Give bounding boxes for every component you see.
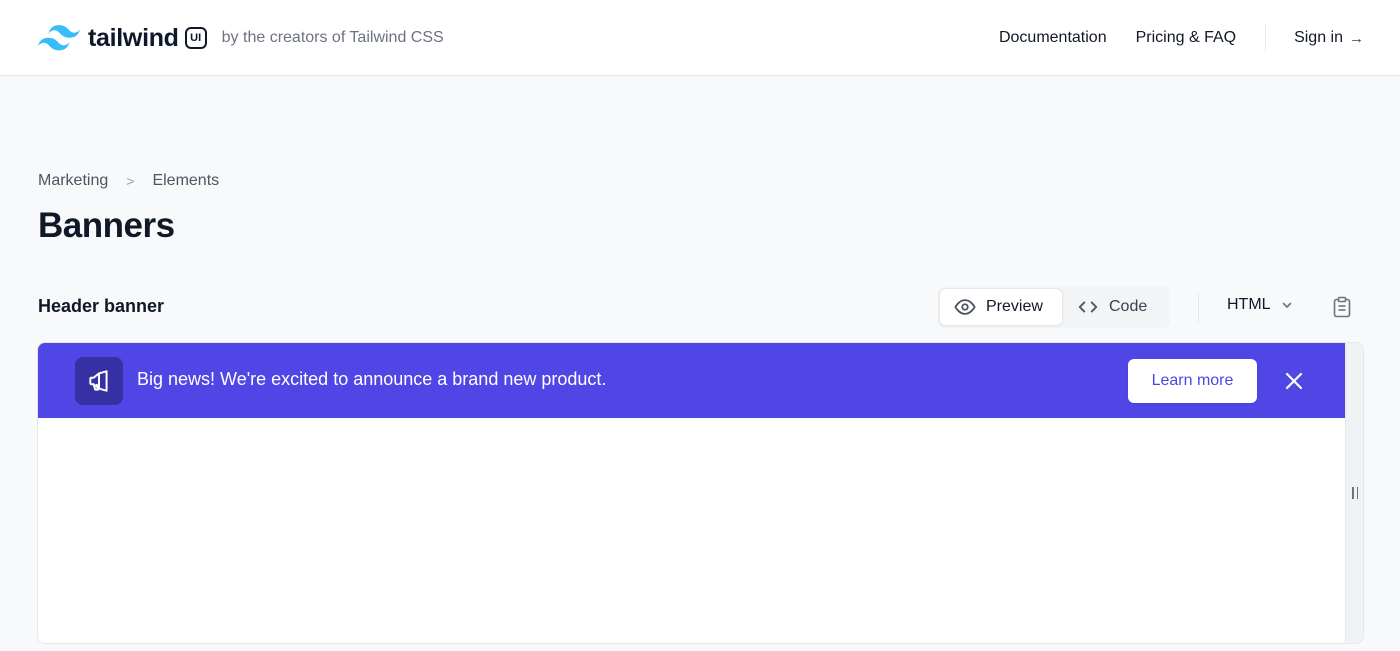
learn-more-button[interactable]: Learn more [1128, 359, 1257, 403]
tab-preview[interactable]: Preview [939, 288, 1063, 326]
drag-handle-icon[interactable] [1352, 487, 1358, 499]
toolbar-divider [1198, 294, 1199, 322]
preview-frame: Big news! We're excited to announce a br… [37, 342, 1364, 644]
tab-code-label: Code [1109, 298, 1148, 315]
section-title: Header banner [38, 296, 165, 316]
brand-tagline: by the creators of Tailwind CSS [221, 29, 444, 46]
tab-code[interactable]: Code [1063, 288, 1168, 326]
view-toggle: Preview Code [937, 286, 1170, 328]
sign-in-label: Sign in [1294, 29, 1343, 46]
clipboard-icon[interactable] [1332, 296, 1352, 318]
brand[interactable]: tailwind UI by the creators of Tailwind … [38, 20, 444, 56]
eye-icon [954, 299, 976, 315]
breadcrumb: Marketing > Elements [38, 172, 219, 190]
sign-in-link[interactable]: Sign in → [1294, 29, 1364, 47]
breadcrumb-marketing[interactable]: Marketing [38, 172, 108, 190]
breadcrumb-elements[interactable]: Elements [152, 172, 219, 190]
language-select-value: HTML [1227, 296, 1271, 313]
code-icon [1078, 301, 1098, 313]
main-nav: Documentation Pricing & FAQ Sign in → [999, 25, 1364, 51]
banner-text: Big news! We're excited to announce a br… [137, 369, 607, 389]
close-icon[interactable] [1282, 369, 1306, 393]
header-banner: Big news! We're excited to announce a br… [38, 343, 1346, 418]
nav-divider [1265, 25, 1267, 51]
page-title: Banners [38, 206, 175, 245]
arrow-right-icon: → [1349, 29, 1364, 47]
tab-preview-label: Preview [986, 298, 1043, 315]
brand-name: tailwind [88, 23, 179, 52]
banner-icon-container [75, 357, 123, 405]
nav-pricing-link[interactable]: Pricing & FAQ [1136, 29, 1236, 47]
chevron-right-icon: > [126, 173, 135, 189]
language-select[interactable]: HTML [1227, 296, 1293, 314]
chevron-down-icon [1282, 302, 1291, 308]
brand-badge: UI [184, 27, 207, 49]
resize-rail[interactable] [1345, 343, 1363, 643]
preview-content: Big news! We're excited to announce a br… [38, 343, 1346, 643]
nav-documentation-link[interactable]: Documentation [999, 29, 1107, 47]
tailwind-logo-icon [38, 25, 80, 51]
megaphone-icon [89, 370, 108, 392]
top-navigation: tailwind UI by the creators of Tailwind … [0, 0, 1400, 76]
